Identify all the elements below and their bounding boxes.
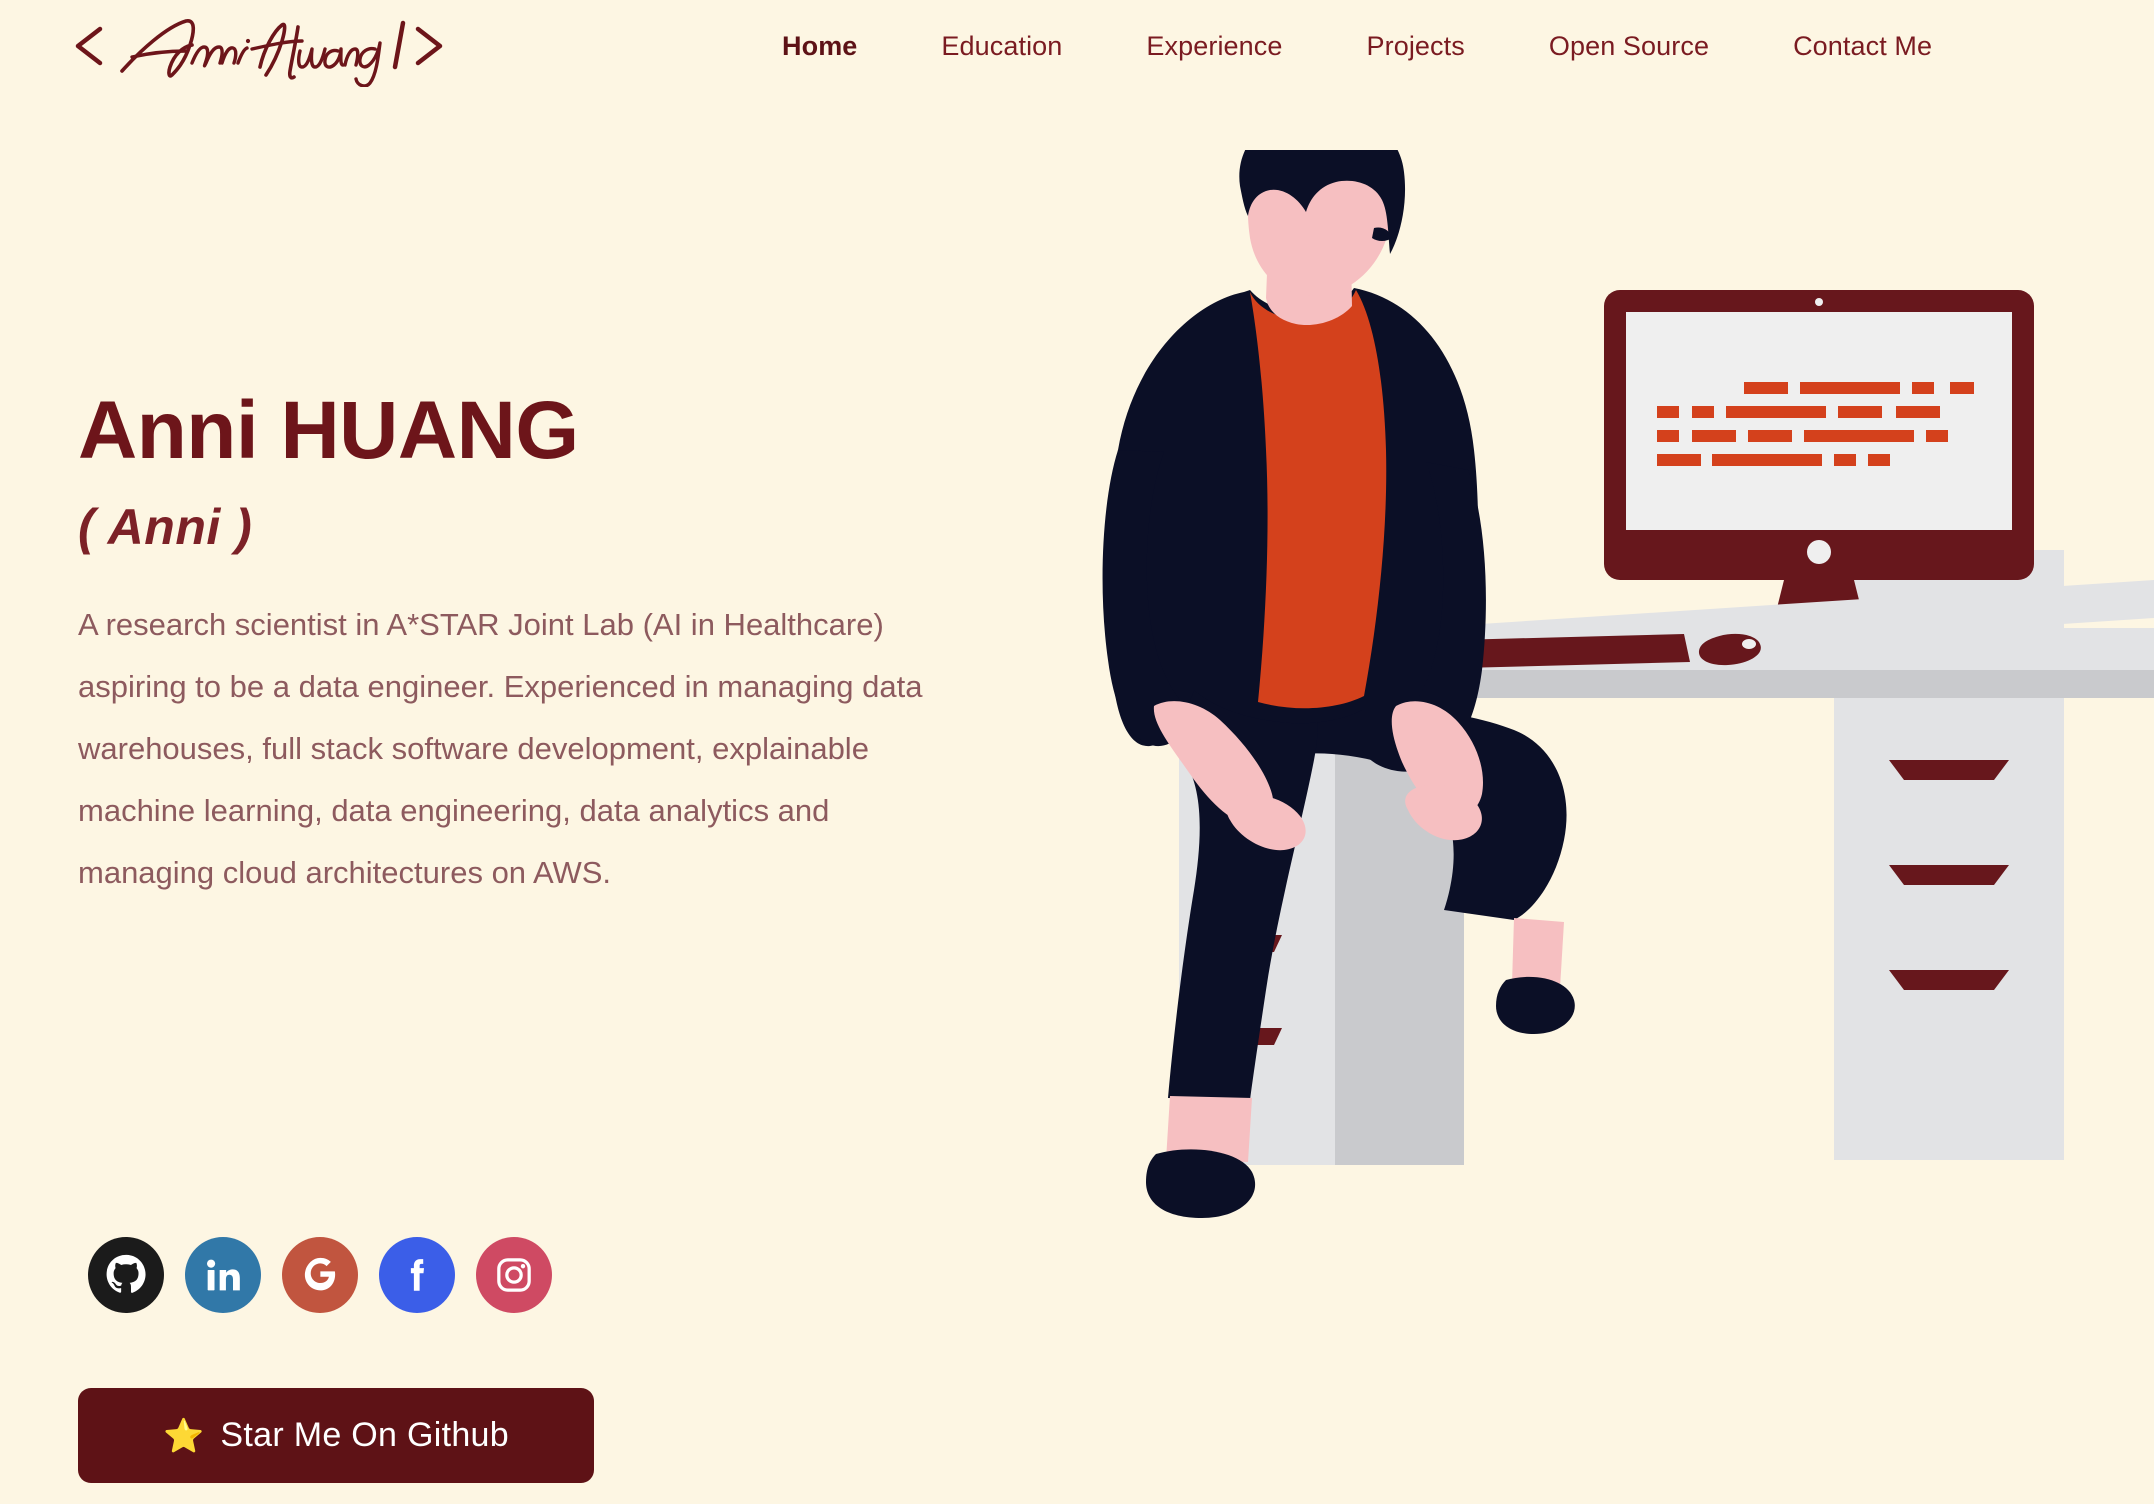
left-cabinet-seat	[1179, 548, 1464, 1165]
nav-item-open-source[interactable]: Open Source	[1507, 0, 1751, 92]
developer-desk-illustration-icon	[1102, 150, 2154, 1218]
hero-text-block: Anni HUANG ( Anni ) A research scientist…	[78, 390, 978, 904]
star-button-label: Star Me On Github	[220, 1416, 509, 1454]
nav-links: Home Education Experience Projects Open …	[740, 0, 1974, 92]
nav-item-projects[interactable]: Projects	[1325, 0, 1507, 92]
nav-item-contact-me[interactable]: Contact Me	[1751, 0, 1974, 92]
page-title: Anni HUANG	[78, 385, 579, 476]
instagram-icon	[497, 1258, 531, 1292]
social-link-linkedin[interactable]	[185, 1237, 261, 1313]
right-cabinet	[1834, 518, 2064, 1160]
social-links	[88, 1237, 552, 1313]
facebook-icon	[410, 1259, 424, 1291]
social-link-github[interactable]	[88, 1237, 164, 1313]
linkedin-icon	[207, 1259, 240, 1291]
star-me-on-github-button[interactable]: ⭐ Star Me On Github	[78, 1388, 594, 1483]
google-icon	[304, 1257, 336, 1291]
signature-logo-icon	[75, 19, 443, 87]
hero-alias: ( Anni )	[78, 499, 253, 555]
desktop-monitor	[1604, 290, 2034, 639]
brand-logo[interactable]	[70, 2, 510, 90]
page-root: Home Education Experience Projects Open …	[0, 0, 2154, 1504]
top-navbar: Home Education Experience Projects Open …	[0, 0, 2154, 92]
social-link-facebook[interactable]	[379, 1237, 455, 1313]
star-icon: ⭐	[163, 1417, 205, 1454]
nav-item-education[interactable]: Education	[899, 0, 1104, 92]
github-icon	[106, 1254, 146, 1293]
desk-top	[1419, 580, 2154, 698]
nav-item-experience[interactable]: Experience	[1104, 0, 1324, 92]
person-illustration	[1102, 150, 1575, 1218]
nav-item-home[interactable]: Home	[740, 0, 899, 92]
social-link-google[interactable]	[282, 1237, 358, 1313]
hero-description: A research scientist in A*STAR Joint Lab…	[78, 607, 923, 890]
hero-illustration	[1044, 150, 2154, 1220]
social-link-instagram[interactable]	[476, 1237, 552, 1313]
screen-code-lines	[1657, 382, 1974, 466]
